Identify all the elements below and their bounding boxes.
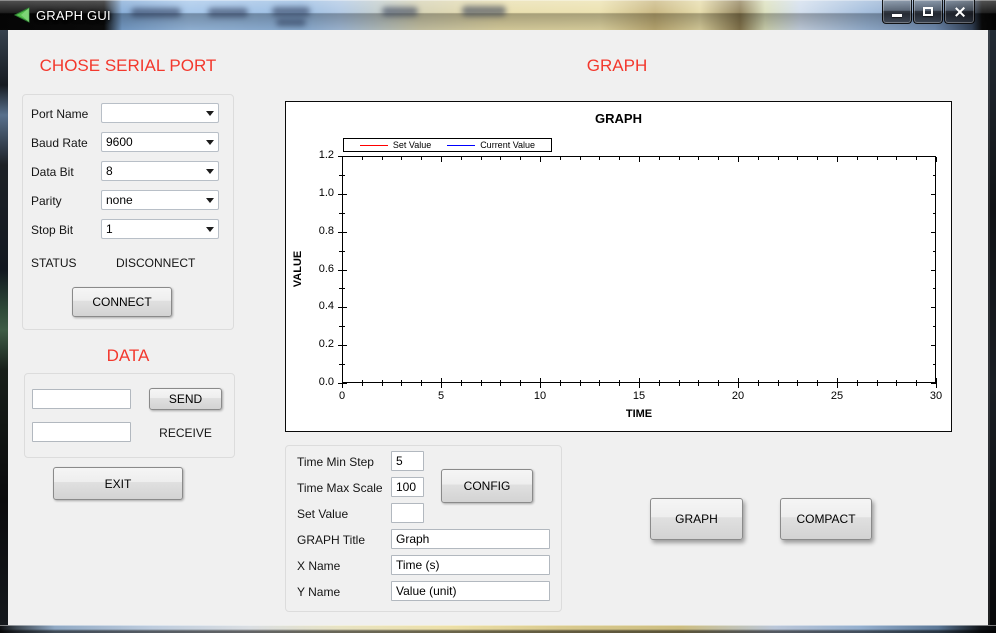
window-border-bottom — [0, 625, 996, 633]
receive-input[interactable] — [32, 422, 131, 442]
x-tick-label: 30 — [921, 390, 951, 402]
connect-button[interactable]: CONNECT — [72, 287, 172, 317]
serial-field-label-stop-bit: Stop Bit — [31, 223, 73, 237]
chevron-down-icon — [201, 198, 218, 203]
config-input-x-name[interactable] — [391, 555, 550, 575]
status-value: DISCONNECT — [116, 256, 195, 270]
serial-groupbox: STATUS DISCONNECT CONNECT Port Name Baud … — [22, 94, 234, 330]
x-axis-title: TIME — [342, 408, 936, 420]
config-field-label-time-min-step: Time Min Step — [297, 455, 374, 469]
axis-tick — [931, 383, 936, 384]
desktop-blur-artifact — [462, 6, 506, 16]
y-tick-label: 0.0 — [296, 376, 334, 388]
config-groupbox: CONFIG Time Min Step Time Max Scale Set Va… — [285, 445, 562, 612]
series-plot — [342, 156, 936, 383]
config-field-label-x-name: X Name — [297, 559, 340, 573]
graph-section-header: GRAPH — [517, 56, 717, 76]
serial-field-label-data-bit: Data Bit — [31, 165, 74, 179]
axis-tick — [936, 157, 937, 162]
window-border-right — [988, 30, 996, 625]
receive-label: RECEIVE — [149, 426, 222, 440]
graph-button[interactable]: GRAPH — [650, 498, 743, 540]
config-input-time-min-step[interactable] — [391, 451, 424, 471]
x-tick-label: 20 — [723, 390, 753, 402]
maximize-icon — [923, 7, 933, 16]
status-label: STATUS — [31, 256, 77, 270]
config-input-set-value[interactable] — [391, 503, 424, 523]
y-tick-label: 1.2 — [296, 149, 334, 161]
config-field-label-y-name: Y Name — [297, 585, 340, 599]
minimize-button[interactable] — [882, 0, 912, 24]
serial-field-label-baud-rate: Baud Rate — [31, 136, 88, 150]
send-input[interactable] — [32, 389, 131, 409]
compact-button[interactable]: COMPACT — [780, 498, 872, 540]
serial-field-label-port-name: Port Name — [31, 107, 88, 121]
y-tick-label: 0.8 — [296, 225, 334, 237]
chevron-down-icon — [201, 140, 218, 145]
exit-button[interactable]: EXIT — [53, 467, 183, 500]
y-tick-label: 1.0 — [296, 187, 334, 199]
y-axis-title: VALUE — [292, 251, 304, 287]
maximize-button[interactable] — [913, 0, 943, 24]
client-area: CHOSE SERIAL PORT STATUS DISCONNECT CONN… — [8, 30, 988, 625]
titlebar-highlight — [0, 0, 996, 1]
desktop-blur-artifact — [276, 19, 306, 26]
config-input-y-name[interactable] — [391, 581, 550, 601]
data-groupbox: SEND RECEIVE — [24, 373, 235, 458]
desktop-blur-artifact — [208, 8, 248, 17]
close-icon — [954, 6, 966, 18]
close-button[interactable] — [944, 0, 975, 24]
config-input-time-max-scale[interactable] — [391, 477, 424, 497]
combo-value: none — [102, 193, 201, 207]
window-title: GRAPH GUI — [36, 8, 111, 23]
config-input-graph-title[interactable] — [391, 529, 550, 549]
combo-parity[interactable]: none — [101, 190, 219, 210]
combo-port-name[interactable] — [101, 103, 219, 123]
x-tick-label: 0 — [327, 390, 357, 402]
combo-stop-bit[interactable]: 1 — [101, 219, 219, 239]
x-tick-label: 25 — [822, 390, 852, 402]
combo-value: 9600 — [102, 135, 201, 149]
chevron-down-icon — [201, 227, 218, 232]
x-tick-label: 10 — [525, 390, 555, 402]
combo-value: 8 — [102, 164, 201, 178]
combo-value: 1 — [102, 222, 201, 236]
y-tick-label: 0.4 — [296, 300, 334, 312]
axis-tick — [338, 383, 347, 384]
minimize-icon — [892, 14, 902, 17]
titlebar[interactable]: GRAPH GUI — [0, 0, 996, 30]
caption-buttons — [882, 0, 976, 25]
app-window: GRAPH GUI CHOSE SERIAL PORT STATUS DISCO… — [0, 0, 996, 633]
desktop-blur-artifact — [382, 7, 418, 16]
config-field-label-set-value: Set Value — [297, 507, 348, 521]
chevron-down-icon — [201, 169, 218, 174]
data-section-header: DATA — [22, 346, 234, 366]
axis-tick — [936, 378, 937, 388]
combo-baud-rate[interactable]: 9600 — [101, 132, 219, 152]
desktop-blur-artifact — [272, 7, 310, 16]
chevron-down-icon — [201, 111, 218, 116]
app-icon — [11, 7, 30, 23]
config-field-label-time-max-scale: Time Max Scale — [297, 481, 383, 495]
serial-field-label-parity: Parity — [31, 194, 62, 208]
chart-panel: GRAPH Set ValueCurrent Value 05101520253… — [285, 101, 952, 432]
serial-section-header: CHOSE SERIAL PORT — [22, 56, 234, 76]
config-field-label-graph-title: GRAPH Title — [297, 533, 365, 547]
combo-data-bit[interactable]: 8 — [101, 161, 219, 181]
config-button[interactable]: CONFIG — [441, 469, 533, 503]
window-border-left — [0, 30, 8, 625]
send-button[interactable]: SEND — [149, 388, 222, 410]
x-tick-label: 15 — [624, 390, 654, 402]
x-tick-label: 5 — [426, 390, 456, 402]
desktop-blur-artifact — [131, 8, 181, 17]
y-tick-label: 0.2 — [296, 338, 334, 350]
